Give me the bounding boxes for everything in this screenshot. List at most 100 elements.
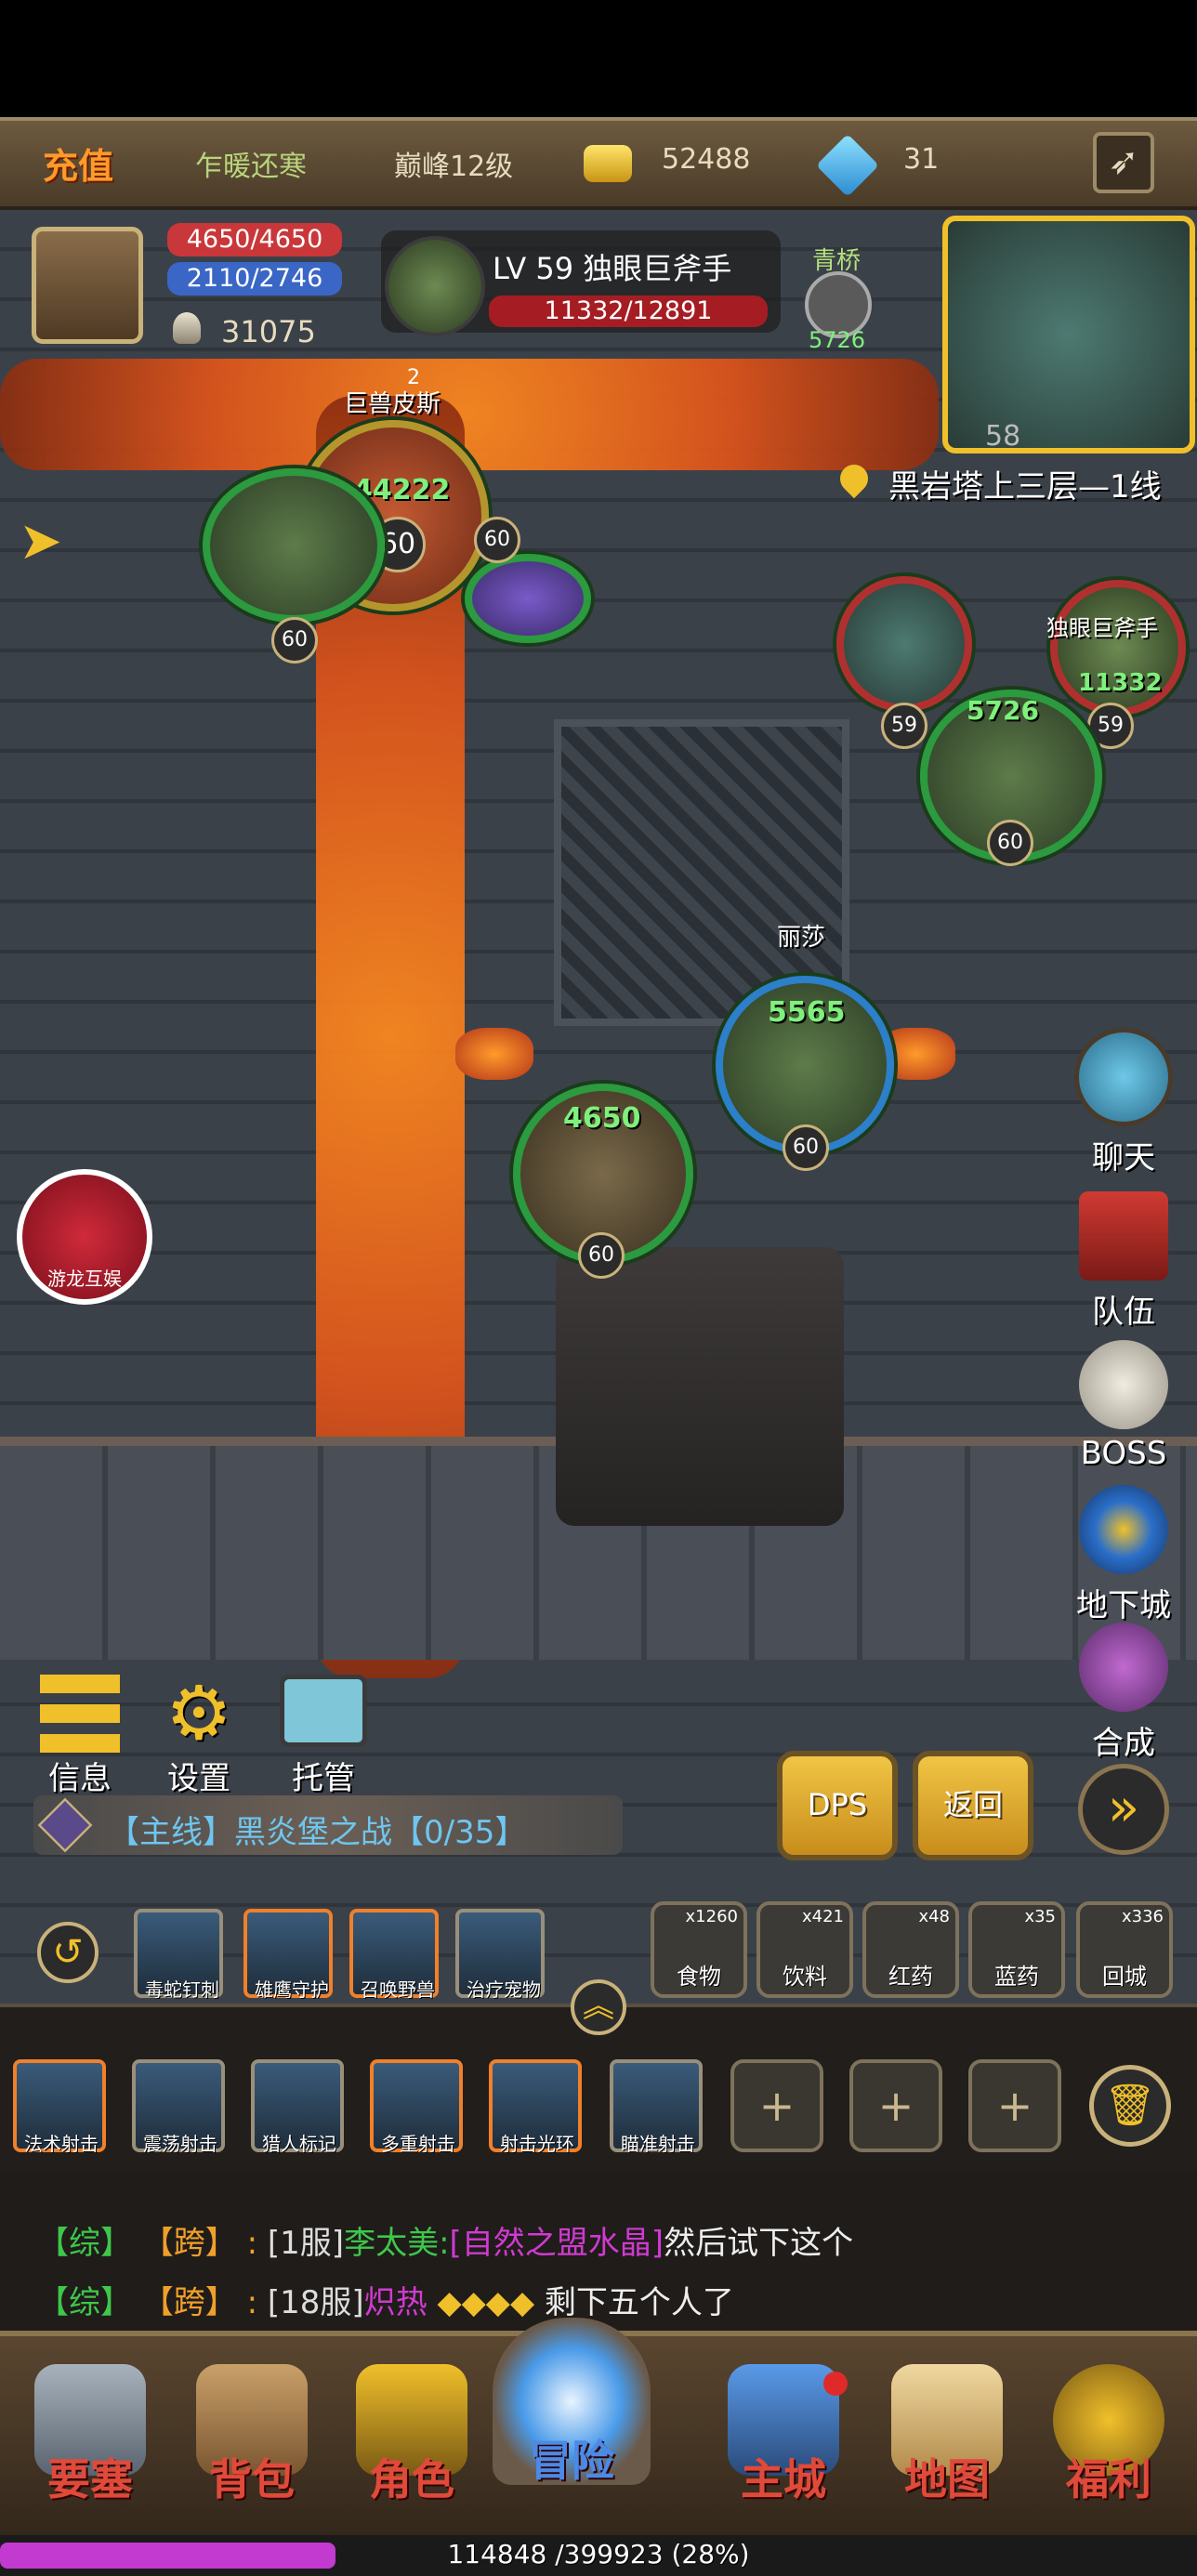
chat-button[interactable]: 聊天 [1072, 1028, 1175, 1177]
game-field[interactable]: 4650/4650 2110/2746 31075 LV 59 独眼巨斧手 11… [0, 210, 1197, 2004]
quest-tracker[interactable]: 【主线】黑炎堡之战【0/35】 [33, 1795, 623, 1855]
target-avatar [385, 236, 485, 336]
skill-3-label: 猎人标记 [262, 2133, 336, 2155]
skill-4-label: 多重射击 [381, 2133, 455, 2155]
auto-button[interactable]: 托管 [277, 1675, 370, 1798]
gold-icon [584, 145, 632, 182]
empty-skill-slot-2[interactable]: + [849, 2059, 942, 2152]
dps-button[interactable]: DPS [777, 1751, 898, 1860]
pet-skill-4[interactable]: 治疗宠物 [455, 1909, 545, 2001]
lisha-hp: 5565 [768, 996, 846, 1029]
player-avatar[interactable] [32, 227, 143, 344]
pet-name: 巨兽皮斯 [344, 390, 441, 418]
gear-icon: ⚙ [165, 1670, 232, 1756]
skill-bar: ︽ 法术射击 震荡射击 猎人标记 多重射击 射击光环 瞄准射击 + + + 🗑 [0, 1979, 1197, 2171]
chat-panel[interactable]: 【综】 【跨】 : [1服]李太美:[自然之盟水晶]然后试下这个 【综】 【跨】… [0, 2171, 1197, 2334]
pet-skill-3[interactable]: 召唤野兽 [349, 1909, 439, 2001]
skill-2-label: 震荡射击 [143, 2133, 217, 2155]
settings-button[interactable]: ⚙ 设置 [152, 1675, 245, 1798]
skill-3[interactable]: 猎人标记 [251, 2059, 344, 2155]
pet-skill-2[interactable]: 雄鹰守护 [243, 1909, 333, 2001]
enemy-unit-a[interactable] [836, 576, 972, 712]
item-food[interactable]: x1260 食物 [651, 1901, 747, 1998]
xp-bar: 114848 /399923 (28%) [0, 2535, 1197, 2576]
xp-text: 114848 /399923 (28%) [447, 2539, 750, 2569]
nav-adventure-label: 冒险 [529, 2436, 614, 2486]
chat-tag-cross: 【跨】 [141, 2225, 237, 2262]
nav-map-label: 地图 [904, 2454, 990, 2504]
boss-button[interactable]: BOSS [1072, 1340, 1175, 1472]
fast-forward-icon[interactable]: » [1078, 1764, 1169, 1855]
nav-character[interactable]: 角色 [342, 2364, 481, 2507]
nav-adventure[interactable]: 冒险 [493, 2318, 651, 2489]
chat-item-link[interactable]: [自然之盟水晶] [450, 2225, 664, 2262]
nav-backpack[interactable]: 背包 [182, 2364, 322, 2507]
skill-4[interactable]: 多重射击 [370, 2059, 463, 2155]
chat-emoji-icons: ◆◆◆◆ [437, 2284, 535, 2321]
demon-throne [556, 1247, 844, 1526]
nav-character-label: 角色 [369, 2454, 454, 2504]
power-icon [173, 312, 201, 344]
target-title: LV 59 独眼巨斧手 [493, 251, 732, 286]
info-button[interactable]: 信息 [33, 1675, 126, 1798]
dungeon-button-label: 地下城 [1076, 1587, 1171, 1624]
item-drink-count: x421 [801, 1907, 844, 1926]
crossbow-shop-icon[interactable]: ➶ [1093, 132, 1154, 193]
ally-hp-qingqiao: 5726 [809, 327, 866, 353]
pet-skill-1[interactable]: 毒蛇钉刺 [134, 1909, 223, 2001]
skill-5[interactable]: 射击光环 [489, 2059, 582, 2155]
chat-sender: 炽热 [363, 2284, 428, 2321]
expand-arrow-icon[interactable]: ➤ [19, 511, 62, 572]
recharge-button[interactable]: 充值 [43, 138, 113, 189]
item-red-potion[interactable]: x48 红药 [862, 1901, 959, 1998]
ally-unit-left[interactable] [203, 468, 385, 623]
lisha-level: 60 [783, 1124, 829, 1171]
craft-gem-icon [1079, 1623, 1168, 1712]
self-hp: 4650 [563, 1102, 641, 1135]
player-power: 31075 [221, 314, 316, 349]
boss-button-label: BOSS [1080, 1435, 1167, 1472]
pet-buff-badge: 2 [407, 366, 420, 389]
nav-fortress-label: 要塞 [47, 2454, 133, 2504]
empty-skill-slot-3[interactable]: + [968, 2059, 1061, 2152]
enemy-hp: 11332 [1078, 669, 1163, 697]
nav-main-city-label: 主城 [741, 2454, 826, 2504]
quest-help-icon [37, 1797, 93, 1853]
nav-fortress[interactable]: 要塞 [20, 2364, 160, 2507]
empty-skill-slot-1[interactable]: + [730, 2059, 823, 2152]
skull-icon [1079, 1340, 1168, 1429]
item-drink[interactable]: x421 饮料 [756, 1901, 853, 1998]
item-blue-potion[interactable]: x35 蓝药 [968, 1901, 1065, 1998]
expand-up-icon[interactable]: ︽ [571, 1979, 626, 2035]
return-button[interactable]: 返回 [913, 1751, 1033, 1860]
publisher-logo: 游龙互娱 [17, 1169, 152, 1305]
ally-unit-purple[interactable] [465, 554, 591, 643]
craft-button[interactable]: 合成 [1072, 1623, 1175, 1763]
nav-welfare-label: 福利 [1066, 2454, 1151, 2504]
ally-purple-level: 60 [474, 517, 520, 563]
nav-map[interactable]: 地图 [877, 2364, 1017, 2507]
skill-1[interactable]: 法术射击 [13, 2059, 106, 2155]
trash-icon[interactable]: 🗑 [1089, 2065, 1171, 2147]
item-return-scroll[interactable]: x336 回城 [1076, 1901, 1173, 1998]
target-hp-text: 11332/12891 [544, 296, 713, 325]
chat-sender: 李太美: [344, 2225, 450, 2262]
enemy-a-level: 59 [881, 703, 927, 749]
diamond-icon[interactable] [816, 134, 879, 197]
item-return-scroll-label: 回城 [1102, 1964, 1147, 1990]
chat-line-1: 【综】 【跨】 : [1服]李太美:[自然之盟水晶]然后试下这个 [37, 2217, 853, 2263]
settings-button-label: 设置 [167, 1760, 230, 1797]
skill-6[interactable]: 瞄准射击 [610, 2059, 703, 2155]
item-blue-potion-label: 蓝药 [994, 1964, 1039, 1990]
team-button[interactable]: 队伍 [1072, 1191, 1175, 1332]
item-food-label: 食物 [677, 1964, 721, 1990]
nav-welfare[interactable]: 福利 [1039, 2364, 1178, 2507]
minimap[interactable] [942, 216, 1195, 453]
enemy-name: 独眼巨斧手 [1046, 615, 1158, 641]
dungeon-button[interactable]: 地下城 [1072, 1485, 1175, 1625]
skill-6-label: 瞄准射击 [621, 2133, 695, 2155]
skill-2[interactable]: 震荡射击 [132, 2059, 225, 2155]
cycle-icon[interactable]: ↺ [37, 1922, 99, 1983]
chat-tag-general: 【综】 [37, 2284, 132, 2321]
monitor-icon [280, 1675, 367, 1747]
